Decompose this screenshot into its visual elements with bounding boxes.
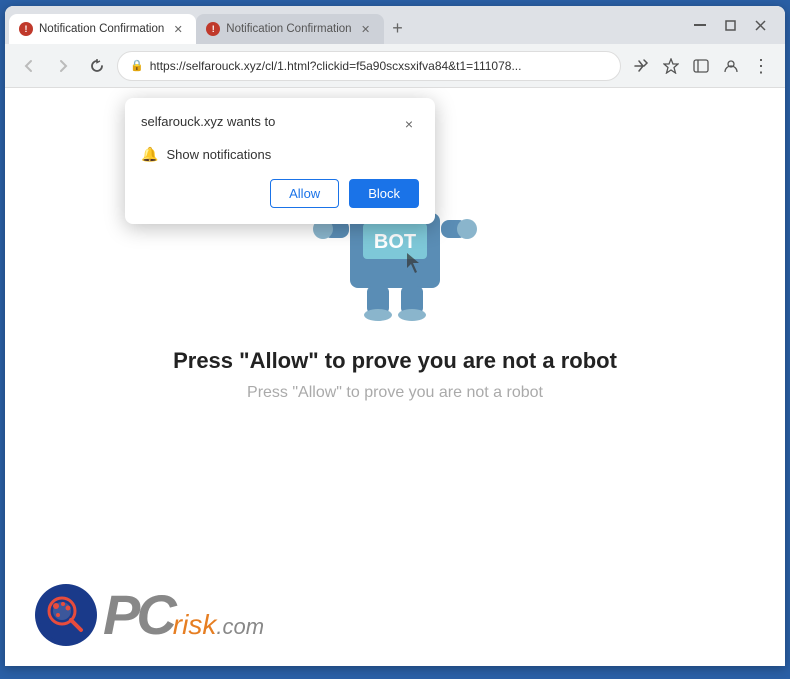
refresh-button[interactable]: [83, 52, 111, 80]
popup-buttons: Allow Block: [141, 179, 419, 208]
tab-2-close[interactable]: ✕: [358, 21, 374, 37]
share-icon[interactable]: [627, 52, 655, 80]
tab-1-title: Notification Confirmation: [39, 23, 164, 35]
browser-window: ! Notification Confirmation ✕ ! Notifica…: [5, 6, 785, 666]
tab-1[interactable]: ! Notification Confirmation ✕: [9, 14, 196, 44]
tabs-area: ! Notification Confirmation ✕ ! Notifica…: [5, 6, 675, 44]
lock-icon: 🔒: [130, 59, 144, 72]
pcrisk-logo: PCrisk.com: [35, 584, 264, 646]
tab-2[interactable]: ! Notification Confirmation ✕: [196, 14, 383, 44]
sidebar-icon[interactable]: [687, 52, 715, 80]
tab-1-favicon: !: [19, 22, 33, 36]
back-button[interactable]: [15, 52, 43, 80]
pcrisk-text: PCrisk.com: [103, 587, 264, 643]
forward-button[interactable]: [49, 52, 77, 80]
url-text: https://selfarouck.xyz/cl/1.html?clickid…: [150, 59, 608, 73]
tab-2-title: Notification Confirmation: [226, 23, 351, 35]
popup-header: selfarouck.xyz wants to ×: [141, 114, 419, 134]
minimize-button[interactable]: [687, 12, 713, 38]
bookmark-icon[interactable]: [657, 52, 685, 80]
tab-1-close[interactable]: ✕: [170, 21, 186, 37]
tab-2-favicon: !: [206, 22, 220, 36]
profile-icon[interactable]: [717, 52, 745, 80]
page-sub-text: Press "Allow" to prove you are not a rob…: [247, 384, 543, 402]
popup-close-button[interactable]: ×: [399, 114, 419, 134]
pcrisk-risk-text: risk: [173, 609, 217, 641]
maximize-button[interactable]: [717, 12, 743, 38]
pcrisk-pc-text: PC: [103, 587, 173, 643]
toolbar-icons: ⋮: [627, 52, 775, 80]
window-controls: [675, 6, 785, 44]
close-button[interactable]: [747, 12, 773, 38]
allow-button[interactable]: Allow: [270, 179, 339, 208]
popup-notification-row: 🔔 Show notifications: [141, 146, 419, 163]
page-main-text: Press "Allow" to prove you are not a rob…: [173, 348, 617, 374]
menu-icon[interactable]: ⋮: [747, 52, 775, 80]
notification-option-text: Show notifications: [166, 147, 271, 162]
address-bar: 🔒 https://selfarouck.xyz/cl/1.html?click…: [5, 44, 785, 88]
pcrisk-com-text: .com: [216, 614, 264, 640]
address-input[interactable]: 🔒 https://selfarouck.xyz/cl/1.html?click…: [117, 51, 621, 81]
popup-title: selfarouck.xyz wants to: [141, 114, 275, 129]
title-bar: ! Notification Confirmation ✕ ! Notifica…: [5, 6, 785, 44]
pcrisk-logo-icon: [35, 584, 97, 646]
bell-icon: 🔔: [141, 146, 158, 163]
notification-popup: selfarouck.xyz wants to × 🔔 Show notific…: [125, 98, 435, 224]
block-button[interactable]: Block: [349, 179, 419, 208]
svg-text:BOT: BOT: [374, 231, 416, 253]
page-content: selfarouck.xyz wants to × 🔔 Show notific…: [5, 88, 785, 666]
new-tab-button[interactable]: +: [384, 14, 412, 42]
